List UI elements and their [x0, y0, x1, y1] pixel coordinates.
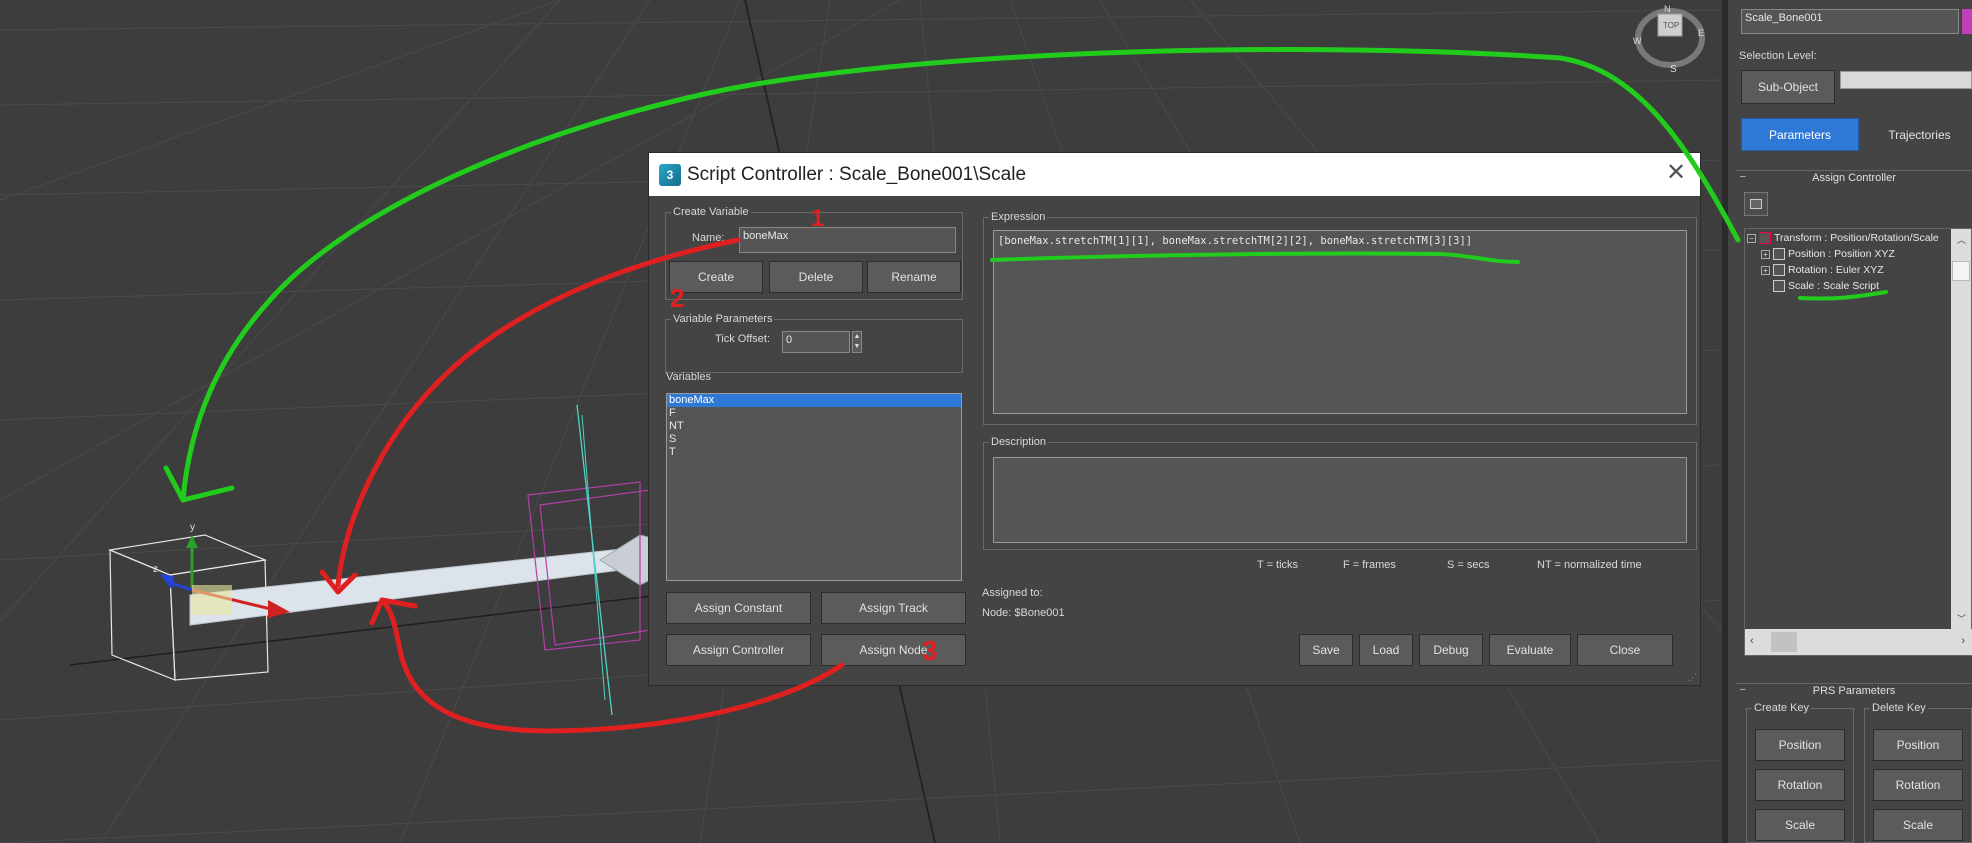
tree-node-scale[interactable]: Scale : Scale Script: [1773, 280, 1879, 292]
delete-button[interactable]: Delete: [769, 261, 863, 293]
tick-offset-spinner-icon[interactable]: ▲ ▼: [852, 331, 862, 353]
name-label: Name:: [692, 232, 725, 244]
assign-controller-rollout-header[interactable]: – Assign Controller: [1736, 170, 1972, 186]
variable-item-f[interactable]: F: [667, 407, 961, 420]
scroll-down-icon[interactable]: ﹀: [1957, 612, 1966, 625]
viewcube-icon[interactable]: TOP N E W S: [1633, 4, 1705, 75]
delete-key-scale-button[interactable]: Scale: [1873, 809, 1963, 841]
rename-button[interactable]: Rename: [867, 261, 961, 293]
expression-legend: Expression: [991, 211, 1046, 223]
scroll-up-icon[interactable]: ︿: [1957, 233, 1966, 246]
tree-label-scale: Scale : Scale Script: [1788, 280, 1880, 292]
legend-ticks: T = ticks: [1257, 559, 1299, 571]
variable-item-t[interactable]: T: [667, 446, 961, 459]
tree-node-rotation[interactable]: + Rotation : Euler XYZ: [1761, 264, 1884, 276]
prs-title: PRS Parameters: [1812, 685, 1896, 697]
tree-label-transform: Transform : Position/Rotation/Scale: [1774, 232, 1939, 244]
tick-offset-label: Tick Offset:: [715, 333, 771, 345]
svg-text:S: S: [1670, 64, 1677, 75]
tab-trajectories[interactable]: Trajectories: [1867, 118, 1972, 151]
selection-level-label: Selection Level:: [1739, 50, 1817, 62]
svg-text:E: E: [1698, 28, 1704, 38]
resize-grip-icon[interactable]: ⋰: [1688, 672, 1697, 683]
create-key-rotation-button[interactable]: Rotation: [1755, 769, 1845, 801]
scale-icon: [1773, 280, 1785, 292]
tree-node-position[interactable]: + Position : Position XYZ: [1761, 248, 1895, 260]
tree-node-transform[interactable]: − Transform : Position/Rotation/Scale: [1747, 232, 1939, 244]
axis-z-label: z: [153, 564, 158, 575]
sub-object-dropdown[interactable]: [1840, 71, 1972, 89]
dialog-title: Script Controller : Scale_Bone001\Scale: [687, 163, 1027, 185]
assign-track-button[interactable]: Assign Track: [821, 592, 966, 624]
variable-item-nt[interactable]: NT: [667, 420, 961, 433]
object-name-field[interactable]: Scale_Bone001: [1741, 9, 1959, 34]
panel-divider: [1722, 0, 1728, 843]
legend-frames: F = frames: [1343, 559, 1396, 571]
debug-button[interactable]: Debug: [1419, 634, 1483, 666]
description-legend: Description: [991, 436, 1047, 448]
tab-parameters[interactable]: Parameters: [1741, 118, 1859, 151]
load-button[interactable]: Load: [1359, 634, 1413, 666]
variable-name-input[interactable]: boneMax: [739, 227, 956, 253]
variable-item-bonemax[interactable]: boneMax: [667, 394, 961, 407]
axis-y-label: y: [190, 522, 195, 533]
create-button[interactable]: Create: [669, 261, 763, 293]
tree-horizontal-scrollbar[interactable]: ‹ ›: [1745, 629, 1972, 655]
delete-key-rotation-button[interactable]: Rotation: [1873, 769, 1963, 801]
svg-text:TOP: TOP: [1663, 21, 1679, 30]
tree-label-rotation: Rotation : Euler XYZ: [1788, 264, 1884, 276]
expression-textarea[interactable]: [boneMax.stretchTM[1][1], boneMax.stretc…: [993, 230, 1687, 414]
svg-text:N: N: [1664, 4, 1671, 14]
legend-secs: S = secs: [1447, 559, 1490, 571]
variables-list[interactable]: boneMax F NT S T: [666, 393, 962, 581]
command-panel: Scale_Bone001 Selection Level: Sub-Objec…: [1722, 0, 1972, 843]
variable-parameters-legend: Variable Parameters: [673, 313, 773, 325]
assign-node-button[interactable]: Assign Node: [821, 634, 966, 666]
svg-text:W: W: [1633, 36, 1642, 46]
controller-tree[interactable]: − Transform : Position/Rotation/Scale + …: [1744, 228, 1972, 656]
delete-key-legend: Delete Key: [1872, 702, 1926, 714]
app-icon: 3: [659, 163, 681, 186]
expand-icon[interactable]: −: [1747, 233, 1756, 243]
rotation-icon: [1773, 264, 1785, 276]
assigned-node: Node: $Bone001: [982, 607, 1065, 619]
create-variable-legend: Create Variable: [673, 206, 749, 218]
close-icon[interactable]: ✕: [1664, 161, 1688, 186]
scroll-thumb[interactable]: [1952, 261, 1970, 281]
scroll-left-icon[interactable]: ‹: [1750, 635, 1754, 647]
position-icon: [1773, 248, 1785, 260]
assign-constant-button[interactable]: Assign Constant: [666, 592, 811, 624]
assign-controller-button[interactable]: [1744, 192, 1768, 216]
tree-label-position: Position : Position XYZ: [1788, 248, 1895, 260]
sub-object-button[interactable]: Sub-Object: [1741, 70, 1835, 104]
object-color-swatch[interactable]: [1962, 9, 1972, 34]
tree-vertical-scrollbar[interactable]: ︿ ﹀: [1951, 229, 1971, 629]
description-textarea[interactable]: [993, 457, 1687, 543]
create-key-scale-button[interactable]: Scale: [1755, 809, 1845, 841]
dialog-titlebar[interactable]: 3 Script Controller : Scale_Bone001\Scal…: [649, 153, 1700, 196]
tick-offset-input[interactable]: 0: [782, 331, 850, 353]
variables-label: Variables: [666, 371, 712, 383]
assigned-to-label: Assigned to:: [982, 587, 1043, 599]
hscroll-thumb[interactable]: [1771, 632, 1797, 652]
assign-controller-icon: [1750, 199, 1762, 209]
create-key-position-button[interactable]: Position: [1755, 729, 1845, 761]
expand-icon[interactable]: +: [1761, 249, 1770, 259]
legend-normalized-time: NT = normalized time: [1537, 559, 1642, 571]
prs-rollout-header[interactable]: – PRS Parameters: [1736, 683, 1972, 699]
delete-key-position-button[interactable]: Position: [1873, 729, 1963, 761]
variable-item-s[interactable]: S: [667, 433, 961, 446]
transform-icon: [1759, 232, 1771, 244]
evaluate-button[interactable]: Evaluate: [1489, 634, 1571, 666]
expand-icon[interactable]: +: [1761, 265, 1770, 275]
script-controller-dialog: 3 Script Controller : Scale_Bone001\Scal…: [648, 152, 1701, 686]
close-button[interactable]: Close: [1577, 634, 1673, 666]
assign-controller-title: Assign Controller: [1812, 172, 1896, 184]
assign-controller-button[interactable]: Assign Controller: [666, 634, 811, 666]
create-key-legend: Create Key: [1754, 702, 1810, 714]
save-button[interactable]: Save: [1299, 634, 1353, 666]
scroll-right-icon[interactable]: ›: [1961, 635, 1965, 647]
